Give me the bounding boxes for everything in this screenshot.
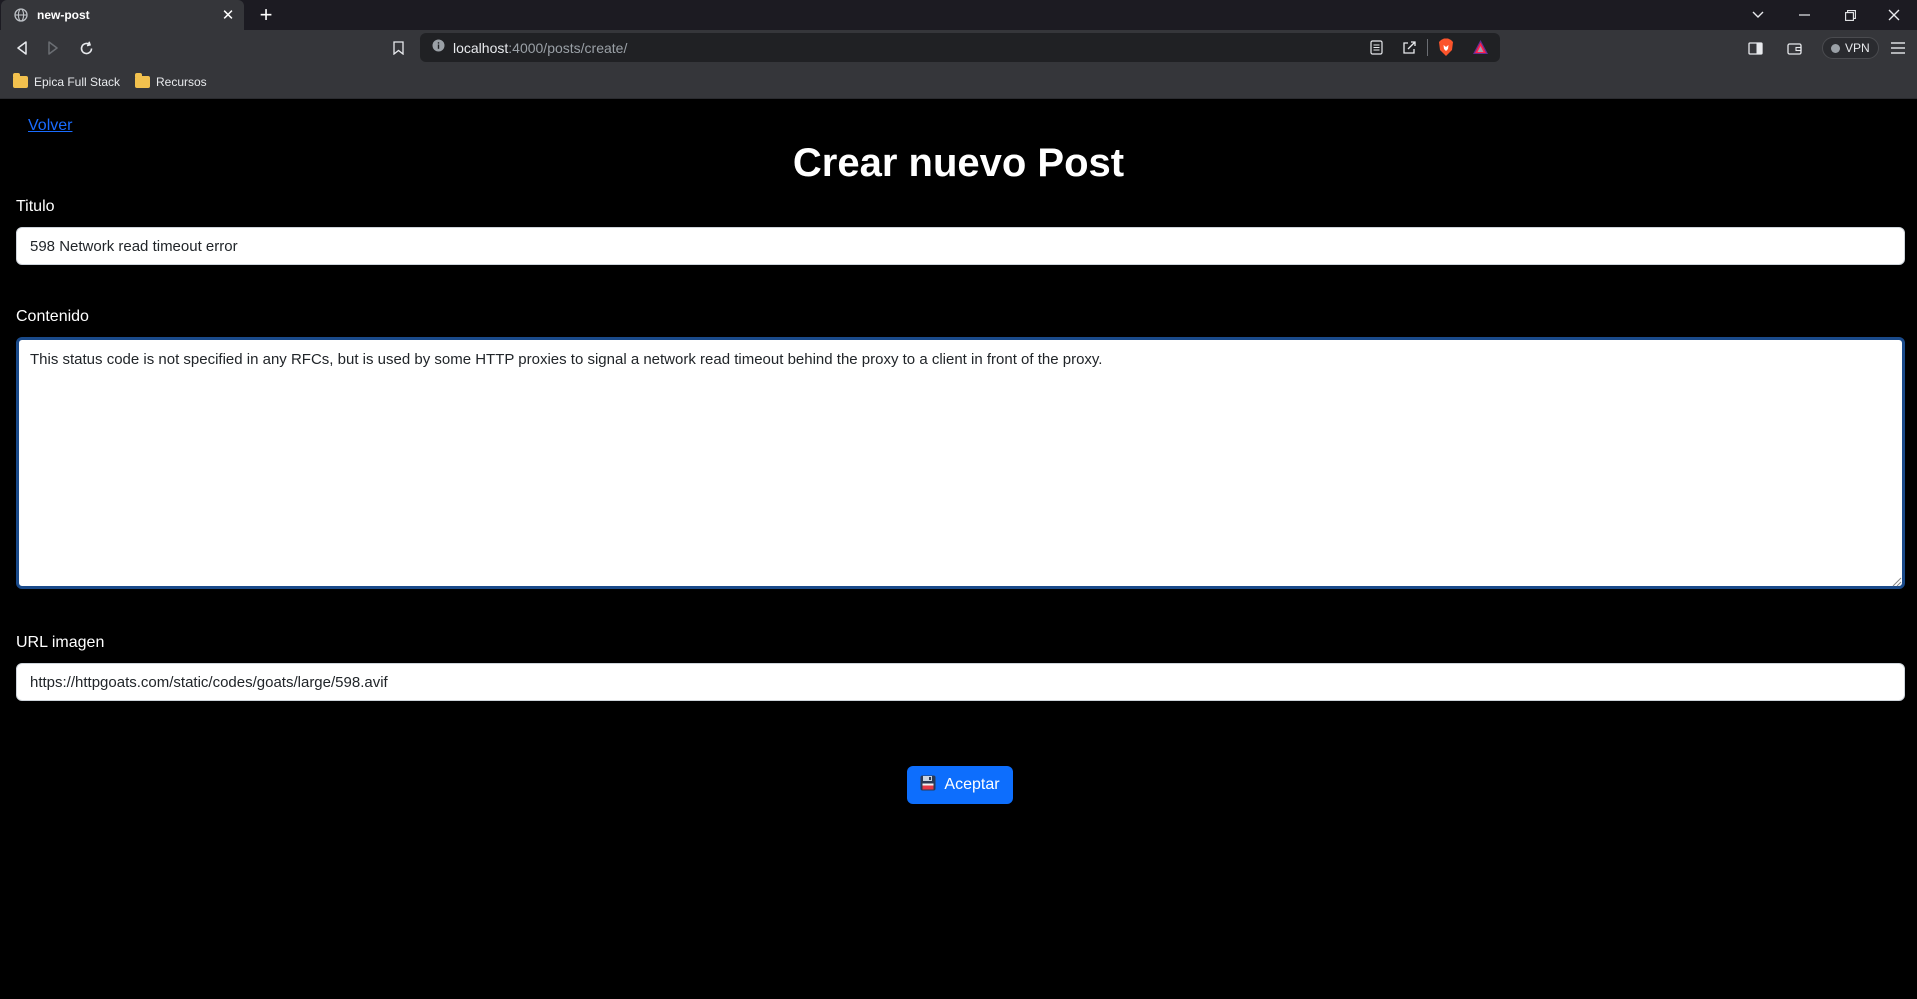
tab-title: new-post [37,8,90,22]
bookmark-recursos[interactable]: Recursos [135,72,207,92]
minimize-icon[interactable] [1781,0,1827,30]
resize-grip-icon[interactable] [1890,574,1902,587]
folder-icon [13,73,28,88]
page-content: Volver Crear nuevo Post Titulo Contenido… [0,99,1917,999]
folder-icon [135,73,150,88]
restore-icon[interactable] [1827,0,1873,30]
close-window-icon[interactable] [1871,0,1917,30]
sidebar-toggle-icon[interactable] [1741,34,1769,62]
tab-new-post[interactable]: new-post ✕ [1,0,244,30]
vpn-status-icon [1831,43,1840,53]
bookmark-label: Epica Full Stack [34,75,121,89]
address-bar[interactable]: localhost:4000/posts/create/ [420,33,1500,62]
brave-shields-icon[interactable] [1438,38,1454,62]
bookmark-label: Recursos [156,75,207,89]
submit-label: Aceptar [944,776,1000,793]
globe-icon [13,8,28,23]
bookmark-epica-full-stack[interactable]: Epica Full Stack [13,72,120,92]
new-tab-button[interactable]: + [254,2,278,28]
tab-strip: new-post ✕ + [0,0,1917,30]
bookmark-icon[interactable] [384,34,412,62]
reload-icon[interactable] [72,34,100,62]
forward-arrow-icon[interactable] [39,34,67,62]
reader-mode-icon[interactable] [1370,40,1383,60]
content-textarea[interactable]: This status code is not specified in any… [16,337,1905,589]
page-title: Crear nuevo Post [792,141,1125,185]
save-disk-icon [920,775,936,796]
image-url-input[interactable] [16,663,1905,701]
tab-close-icon[interactable]: ✕ [220,6,236,24]
wallet-icon[interactable] [1780,34,1808,62]
submit-button[interactable]: Aceptar [907,766,1013,804]
site-info-icon[interactable] [432,39,445,57]
browser-toolbar: localhost:4000/posts/create/ VPN [0,30,1917,65]
bookmarks-bar: Epica Full Stack Recursos [0,65,1917,99]
title-label: Titulo [16,198,55,215]
back-arrow-icon[interactable] [8,34,36,62]
toolbar-divider [1427,39,1428,56]
vpn-label: VPN [1845,41,1870,55]
content-label: Contenido [16,308,89,325]
vpn-button[interactable]: VPN [1822,37,1879,59]
url-path: :4000/posts/create/ [508,39,628,56]
title-input[interactable] [16,227,1905,265]
brave-rewards-icon[interactable] [1472,39,1489,60]
share-icon[interactable] [1402,40,1417,60]
image-url-label: URL imagen [16,634,105,651]
tab-search-chevron-icon[interactable] [1735,0,1781,30]
menu-icon[interactable] [1884,34,1912,62]
back-link[interactable]: Volver [28,117,72,135]
url-host: localhost [453,39,509,56]
